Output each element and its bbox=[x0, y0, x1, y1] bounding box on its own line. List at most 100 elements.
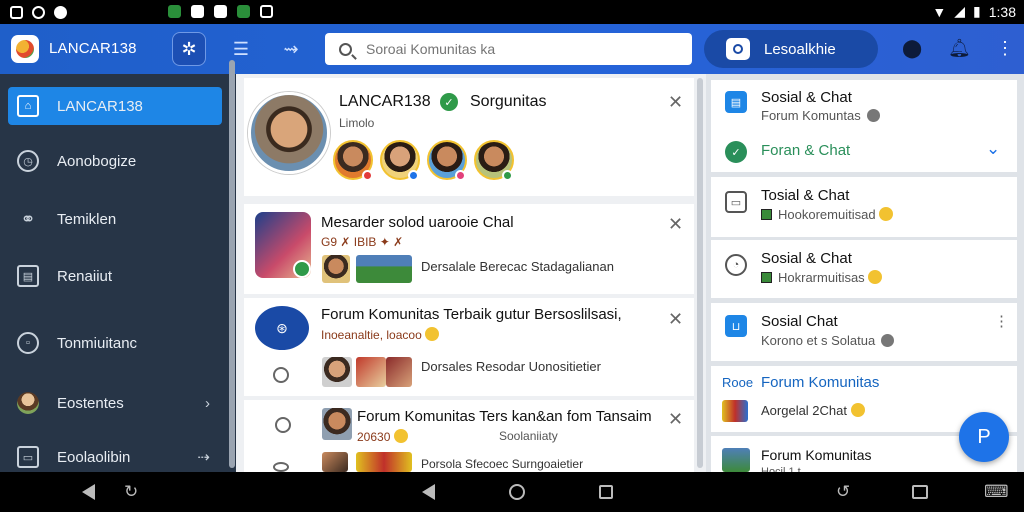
close-icon[interactable]: ✕ bbox=[668, 409, 683, 430]
search-input[interactable] bbox=[366, 41, 666, 57]
post-image[interactable] bbox=[356, 452, 412, 472]
link-icon: ⚭ bbox=[20, 208, 36, 229]
location-icon[interactable]: ⬤ bbox=[902, 38, 922, 59]
post-image[interactable] bbox=[356, 357, 386, 387]
search-icon[interactable] bbox=[273, 367, 289, 383]
time-icon[interactable] bbox=[275, 417, 291, 433]
search-icon bbox=[339, 42, 352, 56]
post-title[interactable]: Forum Komunitas Ters kan&an fom Tansaim bbox=[357, 408, 652, 425]
sidebar-item-home[interactable]: ⌂ LANCAR138 bbox=[8, 87, 222, 125]
card-title: Sosial Chat bbox=[761, 313, 838, 330]
overview-icon[interactable] bbox=[912, 485, 928, 499]
post-description: Porsola Sfecoec Surngoaietier bbox=[421, 457, 584, 471]
clock-time: 1:38 bbox=[988, 3, 1016, 20]
rotate-icon[interactable]: ↺ bbox=[836, 482, 850, 502]
wifi-icon: ▼ bbox=[932, 3, 947, 20]
post-image[interactable] bbox=[356, 255, 412, 283]
home-icon: ⌂ bbox=[17, 95, 39, 117]
community-logo[interactable]: ⊛ bbox=[255, 306, 309, 350]
forum-title[interactable]: Forum Komunitas bbox=[761, 374, 879, 391]
search-bar[interactable] bbox=[325, 33, 692, 65]
forum-image bbox=[722, 400, 748, 422]
close-icon[interactable]: ✕ bbox=[668, 214, 683, 235]
app-logo[interactable] bbox=[11, 35, 39, 63]
sidebar-scrollbar[interactable] bbox=[229, 60, 235, 468]
notification-icon bbox=[10, 5, 23, 19]
message-icon: ◔ bbox=[725, 254, 747, 276]
card-subtitle: Hookoremuitisad bbox=[761, 207, 894, 222]
chat-icon[interactable] bbox=[273, 462, 289, 472]
camera-icon bbox=[726, 38, 750, 60]
sidebar-item-2[interactable]: ◷ Aonobogize bbox=[8, 142, 222, 180]
account-pill-label: Lesoalkhie bbox=[764, 40, 836, 58]
rotate-icon[interactable]: ↻ bbox=[124, 482, 138, 502]
forum-title[interactable]: Forum Komunitas bbox=[761, 447, 871, 463]
message-icon bbox=[191, 5, 204, 18]
status-dot bbox=[362, 170, 373, 181]
keyboard-icon[interactable]: ⌨ bbox=[984, 482, 1009, 502]
more-vert-icon[interactable]: ⋮ bbox=[994, 312, 1009, 330]
sidebar-item-3[interactable]: ⚭ Temiklen bbox=[8, 200, 222, 238]
post-title[interactable]: Mesarder solod uarooie Chal bbox=[321, 214, 514, 231]
forum-chat-link[interactable]: Foran & Chat bbox=[761, 142, 850, 159]
record-icon bbox=[54, 5, 67, 19]
post-image[interactable] bbox=[322, 255, 350, 283]
feed-scrollbar[interactable] bbox=[697, 78, 703, 468]
sidebar-item-label: Temiklen bbox=[57, 210, 117, 228]
card-subtitle: Korono et s Solatua bbox=[761, 333, 895, 348]
close-icon[interactable]: ✕ bbox=[668, 92, 683, 113]
filter-icon[interactable]: ⇝ bbox=[274, 32, 308, 66]
forward-icon: ⇢ bbox=[197, 449, 210, 466]
play-icon bbox=[214, 5, 227, 18]
status-bar: ▼ ◢ ▮ 1:38 bbox=[0, 0, 1024, 24]
post-meta-secondary: Soolaniiaty bbox=[499, 429, 558, 443]
battery-icon: ▮ bbox=[973, 3, 981, 19]
post-image[interactable] bbox=[322, 408, 352, 440]
post-meta: G9 ✗ IBIB ✦ ✗ bbox=[321, 235, 404, 249]
post-title[interactable]: Forum Komunitas Terbaik gutur Bersoslils… bbox=[321, 306, 622, 323]
recents-icon[interactable] bbox=[599, 485, 613, 499]
post-description: Dersalale Berecac Stadagalianan bbox=[421, 259, 614, 274]
sidebar-item-6[interactable]: Eostentes › bbox=[8, 384, 222, 422]
chevron-right-icon: › bbox=[205, 394, 210, 412]
post-image[interactable] bbox=[322, 452, 348, 472]
chat-bubble-icon: ▭ bbox=[725, 191, 747, 213]
card-title: Tosial & Chat bbox=[761, 187, 850, 204]
post-description: Dorsales Resodar Uonositietier bbox=[421, 359, 601, 374]
avatar bbox=[17, 392, 39, 414]
profile-avatar[interactable] bbox=[248, 92, 330, 174]
signal-icon: ◢ bbox=[954, 3, 966, 19]
post-image[interactable] bbox=[386, 357, 412, 387]
bell-icon[interactable]: 🔔︎ bbox=[948, 38, 971, 59]
back-icon[interactable] bbox=[82, 484, 95, 500]
app-notification-icon bbox=[168, 5, 181, 18]
sidebar-item-7[interactable]: ▭ Eoolaolibin ⇢ bbox=[8, 438, 222, 476]
box-icon: ▫ bbox=[17, 332, 39, 354]
sidebar-item-4[interactable]: ▤ Renaiiut bbox=[8, 257, 222, 295]
sidebar-item-label: Aonobogize bbox=[57, 152, 137, 170]
post-image[interactable] bbox=[322, 357, 352, 387]
sidebar-item-label: Renaiiut bbox=[57, 267, 113, 285]
post-meta: Inoeanaltie, loacoo bbox=[321, 327, 440, 342]
forum-image bbox=[722, 448, 750, 472]
compose-button[interactable]: P bbox=[959, 412, 1009, 462]
account-pill-button[interactable]: Lesoalkhie bbox=[704, 30, 878, 68]
chat-icon: ▤ bbox=[725, 91, 747, 113]
tablet-icon: ▭ bbox=[17, 446, 39, 468]
back-icon[interactable] bbox=[422, 484, 435, 500]
inbox-icon: ⊔ bbox=[725, 315, 747, 337]
more-vert-icon[interactable]: ⋮ bbox=[996, 38, 1014, 59]
close-icon[interactable]: ✕ bbox=[668, 309, 683, 330]
chevron-down-icon[interactable]: ⌄ bbox=[986, 139, 1000, 159]
sync-icon bbox=[32, 5, 45, 19]
online-badge bbox=[293, 260, 311, 278]
home-icon[interactable] bbox=[509, 484, 525, 500]
card-title: Sosial & Chat bbox=[761, 250, 852, 267]
chat-card[interactable] bbox=[711, 303, 1017, 361]
profile-group: Sorgunitas bbox=[470, 93, 547, 110]
lock-icon bbox=[260, 5, 273, 18]
chat-card[interactable] bbox=[711, 240, 1017, 298]
tools-icon[interactable]: ✲ bbox=[172, 32, 206, 66]
sidebar-item-5[interactable]: ▫ Tonmiuitanc bbox=[8, 324, 222, 362]
chat-card[interactable] bbox=[711, 80, 1017, 172]
